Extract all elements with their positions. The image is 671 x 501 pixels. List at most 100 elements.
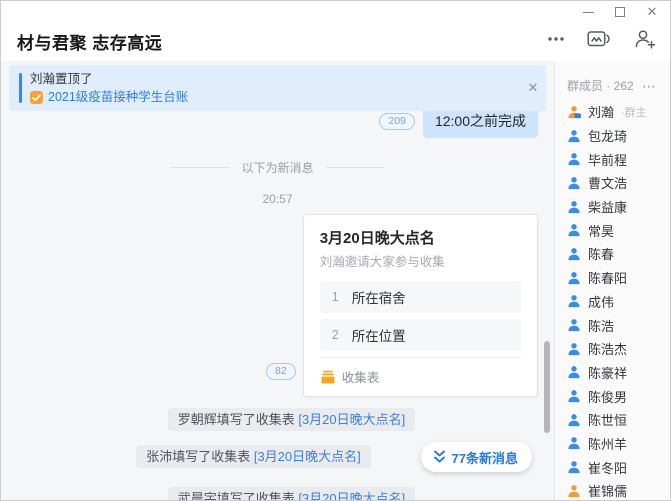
collect-item-label: 所在位置 bbox=[352, 325, 406, 345]
member-name: 陈春 bbox=[588, 244, 614, 263]
member-list-item[interactable]: 陈州羊 bbox=[555, 432, 670, 456]
member-avatar-icon bbox=[567, 460, 581, 474]
collect-card-footer: 收集表 bbox=[320, 357, 521, 386]
pinned-banner[interactable]: 刘瀚置顶了 2021级疫苗接种学生台账 ✕ bbox=[9, 65, 546, 111]
chat-window: ✕ 材与君聚 志存高远 bbox=[0, 0, 671, 501]
member-name: 陈俊男 bbox=[588, 387, 627, 406]
member-avatar-icon bbox=[567, 200, 581, 214]
member-list-item[interactable]: 柴益康 bbox=[555, 195, 670, 219]
member-list-item[interactable]: 崔锦儒 bbox=[555, 479, 670, 500]
member-list-item[interactable]: 曹文浩 bbox=[555, 171, 670, 195]
collect-card-item: 2 所在位置 bbox=[320, 319, 521, 351]
member-list-item[interactable]: 陈俊男 bbox=[555, 384, 670, 408]
receipt-count-badge[interactable]: 209 bbox=[379, 113, 415, 130]
collect-item-number: 1 bbox=[332, 290, 352, 304]
member-name: 包龙琦 bbox=[588, 126, 627, 145]
system-message: 张沛填写了收集表 [3月20日晚大点名] bbox=[136, 445, 371, 468]
pinned-body: 刘瀚置顶了 2021级疫苗接种学生台账 bbox=[30, 71, 520, 105]
chat-title: 材与君聚 志存高远 bbox=[17, 29, 162, 54]
member-avatar-icon bbox=[567, 365, 581, 379]
chat-area: 刘瀚置顶了 2021级疫苗接种学生台账 ✕ 209 12:00之前完成 以下为新… bbox=[1, 61, 554, 501]
member-avatar-icon bbox=[567, 105, 581, 119]
member-name: 柴益康 bbox=[588, 197, 627, 216]
video-call-icon[interactable] bbox=[587, 30, 612, 48]
member-list-item[interactable]: 刘瀚 ·群主 bbox=[555, 100, 670, 124]
sidebar-more-icon[interactable]: ⋯ bbox=[642, 81, 656, 91]
minimize-icon bbox=[583, 12, 594, 13]
collect-card-row: 82 3月20日晚大点名 刘瀚邀请大家参与收集 1 所在宿舍 2 所在位置 bbox=[1, 214, 554, 397]
system-message-text: 罗朝辉填写了收集表 bbox=[178, 412, 299, 427]
member-avatar-icon bbox=[567, 176, 581, 190]
member-avatar-icon bbox=[567, 247, 581, 261]
titlebar: ✕ 材与君聚 志存高远 bbox=[1, 1, 670, 61]
minimize-button[interactable] bbox=[572, 1, 604, 23]
system-message-text: 张沛填写了收集表 bbox=[146, 449, 254, 464]
divider-line bbox=[326, 167, 384, 168]
sidebar-header: 群成员 · 262 ⋯ bbox=[555, 61, 670, 100]
member-list-item[interactable]: 陈豪祥 bbox=[555, 361, 670, 385]
member-list-item[interactable]: 陈浩 bbox=[555, 313, 670, 337]
member-avatar-icon bbox=[567, 389, 581, 403]
member-name: 陈豪祥 bbox=[588, 363, 627, 382]
pinned-accent-bar bbox=[19, 73, 22, 103]
member-name: 毕前程 bbox=[588, 150, 627, 169]
member-avatar-icon bbox=[567, 223, 581, 237]
banner-close-icon[interactable]: ✕ bbox=[520, 80, 546, 96]
member-name: 崔冬阳 bbox=[588, 458, 627, 477]
chat-scrollbar[interactable] bbox=[544, 341, 550, 433]
receipt-count-badge[interactable]: 82 bbox=[266, 363, 296, 380]
collect-card-item: 1 所在宿舍 bbox=[320, 281, 521, 313]
collect-form-card[interactable]: 3月20日晚大点名 刘瀚邀请大家参与收集 1 所在宿舍 2 所在位置 收集表 bbox=[303, 214, 538, 397]
member-name: 陈州羊 bbox=[588, 434, 627, 453]
member-list-item[interactable]: 成伟 bbox=[555, 290, 670, 314]
new-messages-label: 77条新消息 bbox=[452, 448, 518, 467]
timestamp: 20:57 bbox=[1, 192, 554, 208]
member-name: 陈浩 bbox=[588, 316, 614, 335]
member-name: 曹文浩 bbox=[588, 173, 627, 192]
member-avatar-icon bbox=[567, 318, 581, 332]
new-messages-button[interactable]: 77条新消息 bbox=[421, 442, 532, 472]
maximize-button[interactable] bbox=[604, 1, 636, 23]
member-name: 陈春阳 bbox=[588, 268, 627, 287]
member-name: 陈浩杰 bbox=[588, 339, 627, 358]
member-count-label: 群成员 · 262 bbox=[567, 77, 634, 94]
member-avatar-icon bbox=[567, 152, 581, 166]
member-list-item[interactable]: 陈春阳 bbox=[555, 266, 670, 290]
member-list-item[interactable]: 常昊 bbox=[555, 218, 670, 242]
member-list: 刘瀚 ·群主 包龙琦 毕前程 曹文浩 bbox=[555, 100, 670, 500]
collect-form-label: 收集表 bbox=[342, 367, 380, 386]
member-avatar-icon bbox=[567, 484, 581, 498]
member-avatar-icon bbox=[567, 413, 581, 427]
double-chevron-down-icon bbox=[433, 450, 446, 464]
member-avatar-icon bbox=[567, 294, 581, 308]
member-list-item[interactable]: 毕前程 bbox=[555, 147, 670, 171]
member-avatar-icon bbox=[567, 436, 581, 450]
close-button[interactable]: ✕ bbox=[636, 1, 668, 23]
member-list-item[interactable]: 崔冬阳 bbox=[555, 455, 670, 479]
maximize-icon bbox=[615, 7, 625, 17]
main-area: 刘瀚置顶了 2021级疫苗接种学生台账 ✕ 209 12:00之前完成 以下为新… bbox=[1, 61, 670, 500]
member-list-item[interactable]: 包龙琦 bbox=[555, 124, 670, 148]
pinned-by-label: 刘瀚置顶了 bbox=[30, 71, 520, 87]
system-message: 武晨宇填写了收集表 [3月20日晚大点名] bbox=[168, 487, 416, 501]
more-menu-icon[interactable] bbox=[547, 36, 565, 42]
system-message-link[interactable]: [3月20日晚大点名] bbox=[298, 412, 405, 427]
add-member-icon[interactable] bbox=[634, 29, 656, 49]
member-list-item[interactable]: 陈浩杰 bbox=[555, 337, 670, 361]
collect-card-items: 1 所在宿舍 2 所在位置 bbox=[320, 281, 521, 351]
divider-line bbox=[171, 167, 229, 168]
pinned-doc-link[interactable]: 2021级疫苗接种学生台账 bbox=[48, 90, 188, 105]
member-name: 陈世恒 bbox=[588, 410, 627, 429]
member-list-item[interactable]: 陈春 bbox=[555, 242, 670, 266]
pinned-doc: 2021级疫苗接种学生台账 bbox=[30, 90, 520, 105]
system-message-link[interactable]: [3月20日晚大点名] bbox=[254, 449, 361, 464]
titlebar-actions bbox=[547, 29, 656, 49]
checkbox-doc-icon bbox=[30, 91, 43, 104]
collect-form-icon bbox=[320, 370, 336, 384]
collect-item-number: 2 bbox=[332, 328, 352, 342]
member-list-item[interactable]: 陈世恒 bbox=[555, 408, 670, 432]
member-name: 崔锦儒 bbox=[588, 481, 627, 500]
system-message-link[interactable]: [3月20日晚大点名] bbox=[298, 491, 405, 501]
collect-card-title: 3月20日晚大点名 bbox=[320, 229, 521, 249]
system-message: 罗朝辉填写了收集表 [3月20日晚大点名] bbox=[168, 408, 416, 431]
